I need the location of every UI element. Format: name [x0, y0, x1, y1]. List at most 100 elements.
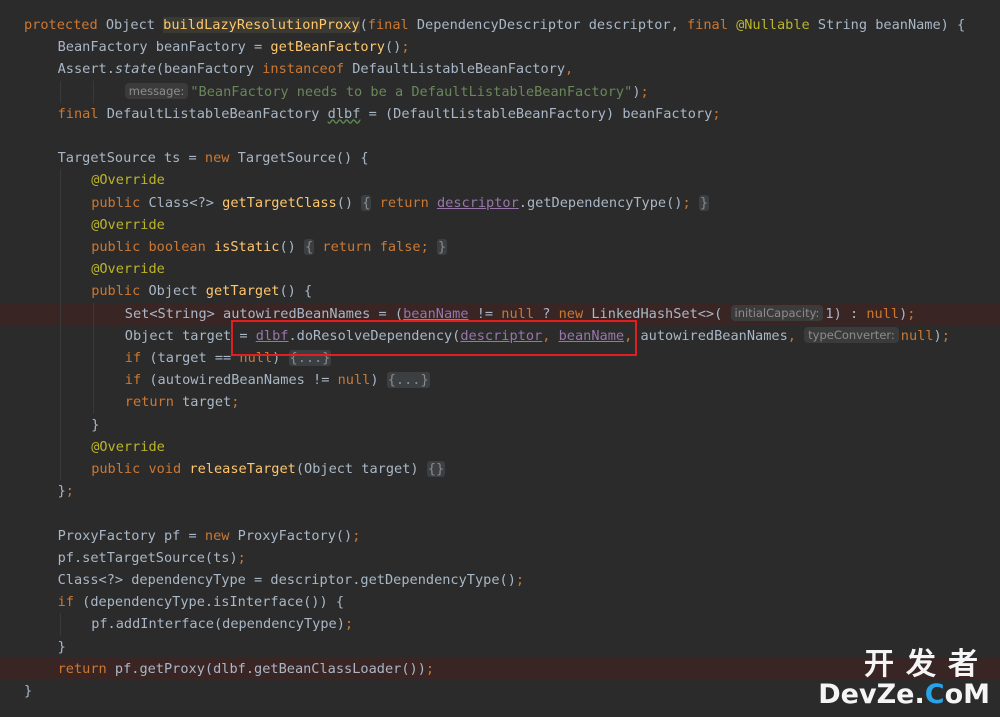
code-line[interactable]: pf.addInterface(dependencyType); — [0, 613, 1000, 636]
code-line-content: pf.addInterface(dependencyType); — [91, 613, 353, 635]
code-token: (dependencyType.isInterface()) { — [73, 594, 345, 611]
code-line[interactable]: @Override — [0, 258, 1000, 281]
code-token: () — [336, 194, 362, 211]
code-token: Set<String> autowiredBeanNames = ( — [124, 305, 404, 322]
code-line[interactable]: if (target == null) {...} — [0, 347, 1000, 370]
code-line-content: } — [91, 414, 99, 436]
code-token: ; — [941, 327, 950, 344]
code-line[interactable] — [0, 125, 1000, 147]
code-line-content: Assert.state(beanFactory instanceof Defa… — [58, 58, 574, 80]
code-token: @Override — [91, 438, 165, 455]
code-token: descriptor — [436, 194, 519, 211]
code-line[interactable]: public Object getTarget() { — [0, 280, 1000, 303]
code-token: TargetSource ts = — [57, 150, 205, 167]
code-token: autowiredBeanNames — [640, 327, 788, 344]
code-line-content: public Object getTarget() { — [91, 280, 312, 302]
code-token: ; — [401, 39, 410, 56]
code-editor[interactable]: protected Object buildLazyResolutionProx… — [0, 0, 1000, 717]
code-line[interactable]: Set<String> autowiredBeanNames = (beanNa… — [0, 302, 1000, 325]
code-line-content: BeanFactory beanFactory = getBeanFactory… — [58, 36, 410, 58]
code-line[interactable]: public Class<?> getTargetClass() { retur… — [0, 191, 1000, 214]
folded-region[interactable]: } — [698, 194, 710, 211]
code-line[interactable]: TargetSource ts = new TargetSource() { — [0, 147, 1000, 169]
code-token: if — [124, 372, 142, 389]
folded-region[interactable]: { — [361, 194, 372, 211]
indent-guide — [59, 213, 61, 236]
code-token: new — [204, 527, 230, 544]
code-line[interactable]: ProxyFactory pf = new ProxyFactory(); — [0, 525, 1000, 547]
code-line-content: final DefaultListableBeanFactory dlbf = … — [58, 103, 721, 125]
code-token: ; — [515, 572, 525, 588]
code-line[interactable]: Class<?> dependencyType = descriptor.get… — [0, 569, 1000, 591]
code-line-content: Class<?> dependencyType = descriptor.get… — [58, 569, 525, 591]
code-token: } — [57, 483, 66, 500]
folded-region[interactable]: {} — [426, 461, 446, 477]
code-line[interactable]: @Override — [0, 435, 1000, 458]
code-line-content: if (autowiredBeanNames != null) {...} — [125, 369, 430, 391]
code-line[interactable]: public void releaseTarget(Object target)… — [0, 458, 1000, 481]
folded-region[interactable]: {...} — [288, 350, 332, 366]
code-line[interactable]: if (autowiredBeanNames != null) {...} — [0, 369, 1000, 392]
code-token: new — [204, 150, 230, 167]
indent-guide — [93, 324, 95, 347]
code-token: ? — [534, 305, 559, 322]
code-token: TargetSource() { — [229, 150, 369, 167]
code-token: pf.setTargetSource(ts) — [57, 549, 238, 566]
code-line-content: @Override — [91, 214, 165, 236]
code-token: ; — [712, 105, 721, 122]
parameter-hint: message: — [124, 82, 189, 99]
code-token: beanName — [403, 305, 469, 322]
indent-guide — [59, 280, 61, 303]
code-token: target — [173, 394, 232, 411]
code-token: "BeanFactory needs to be a DefaultListab… — [190, 83, 633, 100]
code-line[interactable]: public boolean isStatic() { return false… — [0, 236, 1000, 259]
code-line[interactable]: return pf.getProxy(dlbf.getBeanClassLoad… — [0, 657, 1000, 680]
code-token: pf.getProxy(dlbf.getBeanClassLoader()) — [106, 660, 426, 677]
indent-guide — [59, 613, 61, 636]
code-token: } — [24, 683, 33, 699]
code-token: instanceof — [262, 61, 345, 78]
indent-guide — [59, 391, 61, 414]
code-token: } — [57, 638, 66, 655]
code-token: (beanFactory — [155, 61, 263, 78]
code-line[interactable]: Object target = dlbf.doResolveDependency… — [0, 324, 1000, 347]
folded-region[interactable]: } — [436, 239, 448, 255]
code-token: getTargetClass — [222, 194, 337, 211]
indent-guide — [59, 302, 61, 325]
code-line[interactable]: pf.setTargetSource(ts); — [0, 547, 1000, 569]
code-line[interactable] — [0, 502, 1000, 524]
code-line[interactable]: }; — [0, 480, 1000, 502]
code-token: final — [686, 17, 728, 33]
code-line[interactable]: } — [0, 636, 1000, 658]
code-token: ) — [370, 372, 387, 389]
folded-region[interactable]: { — [304, 239, 315, 255]
code-line[interactable]: BeanFactory beanFactory = getBeanFactory… — [0, 36, 1000, 58]
code-token: = (DefaultListableBeanFactory) beanFacto… — [360, 105, 713, 122]
code-line[interactable]: Assert.state(beanFactory instanceof Defa… — [0, 58, 1000, 80]
code-line[interactable]: message: "BeanFactory needs to be a Defau… — [0, 80, 1000, 103]
code-token: @Override — [91, 172, 165, 189]
code-line[interactable]: protected Object buildLazyResolutionProx… — [0, 14, 1000, 36]
code-token: ; — [65, 483, 74, 500]
code-line[interactable]: @Override — [0, 169, 1000, 192]
folded-region[interactable]: {...} — [386, 372, 430, 389]
indent-guide — [59, 369, 61, 392]
code-line[interactable]: } — [0, 680, 1000, 702]
indent-guide — [59, 80, 61, 103]
code-token: null — [501, 305, 535, 322]
code-line[interactable]: final DefaultListableBeanFactory dlbf = … — [0, 103, 1000, 125]
code-token: public — [91, 283, 141, 300]
code-line-content: Set<String> autowiredBeanNames = (beanNa… — [124, 303, 916, 325]
code-line[interactable]: @Override — [0, 213, 1000, 236]
code-line[interactable]: } — [0, 413, 1000, 436]
indent-guide — [59, 169, 61, 192]
code-token: false — [379, 239, 421, 255]
code-line[interactable]: if (dependencyType.isInterface()) { — [0, 591, 1000, 613]
code-token: ; — [907, 305, 916, 322]
code-token: @Override — [91, 216, 165, 233]
code-line-content: }; — [58, 480, 74, 502]
code-line[interactable]: return target; — [0, 391, 1000, 414]
